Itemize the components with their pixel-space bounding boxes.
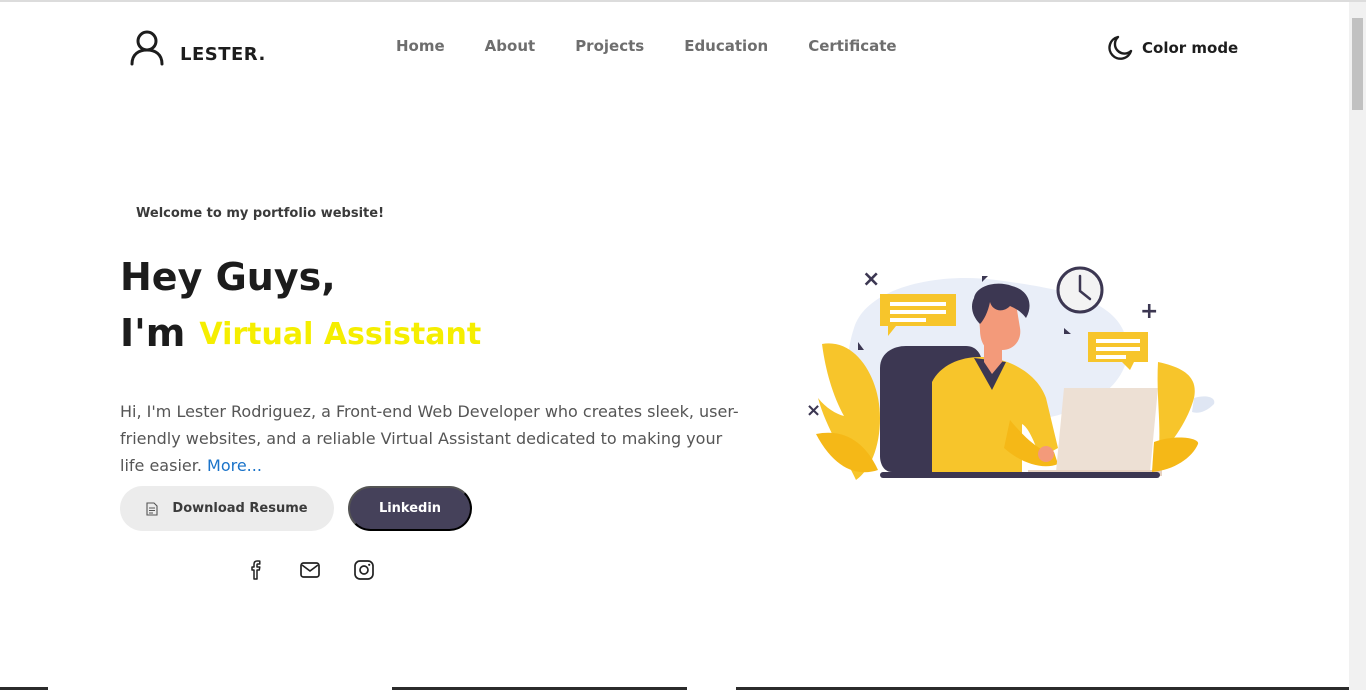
color-mode-label: Color mode <box>1142 39 1239 57</box>
document-icon <box>146 501 158 516</box>
desk-edge <box>880 472 1160 478</box>
hero-illustration: × × + <box>806 266 1215 480</box>
nav-home[interactable]: Home <box>396 37 445 55</box>
nav-education[interactable]: Education <box>684 37 768 55</box>
nav-certificate[interactable]: Certificate <box>808 37 896 55</box>
chat-line-3 <box>890 318 926 322</box>
scrollbar-thumb[interactable] <box>1352 18 1363 110</box>
brand-name: LESTER. <box>180 44 266 65</box>
moon-icon <box>1108 35 1133 60</box>
hero-greeting: Hey Guys, <box>120 255 336 299</box>
linkedin-label: Linkedin <box>378 501 442 516</box>
laptop-screen <box>1056 388 1158 472</box>
social-links <box>244 558 406 582</box>
decor-x-1: × <box>862 267 880 292</box>
leaf-right-2 <box>1152 437 1199 472</box>
main-nav: Home About Projects Education Certificat… <box>396 37 937 55</box>
brand-logo[interactable]: LESTER. <box>128 28 266 66</box>
chat-line-1 <box>890 302 946 306</box>
decor-x-2: × <box>806 400 821 421</box>
chat-line-5 <box>1096 347 1140 351</box>
nav-projects[interactable]: Projects <box>575 37 644 55</box>
chat-line-2 <box>890 310 946 314</box>
hero-intro: Hi, I'm Lester Rodriguez, a Front-end We… <box>120 398 750 479</box>
hero-role: Virtual Assistant <box>199 317 482 352</box>
chat-line-4 <box>1096 339 1140 343</box>
welcome-text: Welcome to my portfolio website! <box>136 206 384 221</box>
nav-about[interactable]: About <box>485 37 536 55</box>
leaf-right-3 <box>1192 396 1215 413</box>
top-border <box>0 0 1366 2</box>
linkedin-button[interactable]: Linkedin <box>348 486 472 531</box>
facebook-icon <box>251 560 261 580</box>
decor-plus: + <box>1140 299 1158 324</box>
instagram-link[interactable] <box>352 558 376 582</box>
person-hand <box>1038 446 1054 462</box>
vertical-scrollbar[interactable] <box>1349 2 1366 690</box>
chat-line-6 <box>1096 355 1126 359</box>
facebook-link[interactable] <box>244 558 268 582</box>
hero-im: I'm <box>120 311 186 355</box>
download-resume-label: Download Resume <box>172 501 308 516</box>
user-icon <box>130 30 164 66</box>
color-mode-toggle[interactable]: Color mode <box>1106 34 1238 62</box>
hero-role-line: I'm Virtual Assistant <box>120 308 481 362</box>
email-link[interactable] <box>298 558 322 582</box>
more-link[interactable]: More... <box>207 456 262 475</box>
mail-icon <box>300 562 320 578</box>
instagram-icon <box>354 560 374 580</box>
download-resume-button[interactable]: Download Resume <box>120 486 334 531</box>
